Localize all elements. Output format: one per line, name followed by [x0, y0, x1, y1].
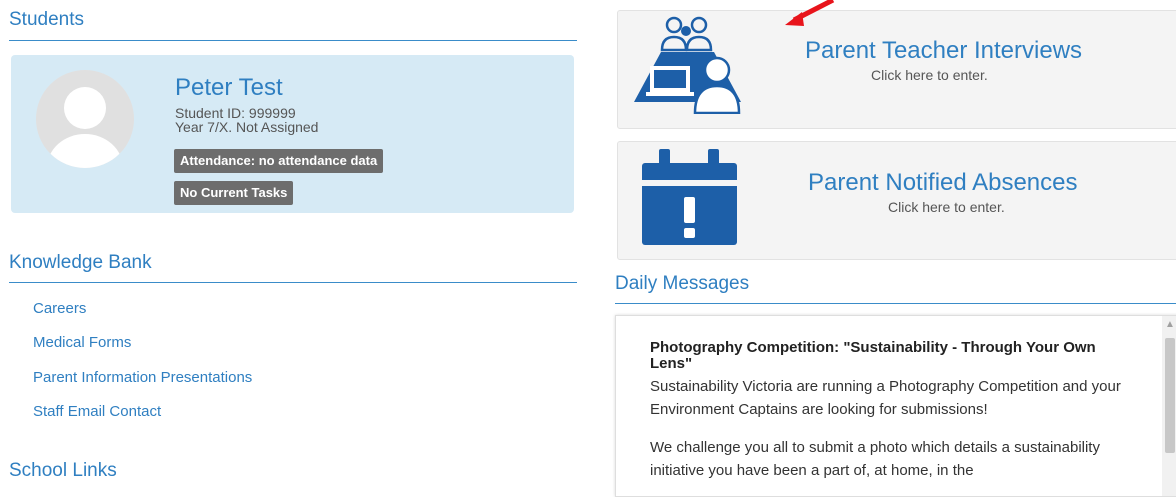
parent-notified-absences-tile[interactable]: Parent Notified Absences Click here to e… [617, 141, 1176, 260]
absences-title[interactable]: Parent Notified Absences [808, 169, 1078, 197]
knowledge-bank-divider [9, 282, 577, 283]
avatar [36, 70, 134, 168]
interviews-subtitle: Click here to enter. [871, 67, 988, 83]
school-links-heading: School Links [9, 460, 117, 481]
user-avatar-icon [36, 70, 134, 168]
messages-scrollbar[interactable]: ▲ [1162, 316, 1176, 496]
message-paragraph-1: Sustainability Victoria are running a Ph… [650, 378, 1121, 418]
red-arrow-icon [785, 0, 835, 26]
student-id: Student ID: 999999 [175, 105, 296, 121]
interviews-title[interactable]: Parent Teacher Interviews [805, 37, 1082, 65]
message-paragraph-2: We challenge you all to submit a photo w… [650, 439, 1100, 479]
scroll-up-icon[interactable]: ▲ [1165, 319, 1175, 330]
parent-teacher-icon [631, 16, 743, 119]
attendance-badge: Attendance: no attendance data [174, 149, 384, 173]
parent-teacher-interviews-tile[interactable]: Parent Teacher Interviews Click here to … [617, 10, 1176, 129]
daily-messages-panel[interactable]: Photography Competition: "Sustainability… [615, 315, 1176, 497]
student-card[interactable]: Peter Test Student ID: 999999 Year 7/X. … [11, 55, 574, 213]
calendar-alert-icon [642, 149, 737, 250]
link-careers[interactable]: Careers [33, 300, 86, 317]
link-medical-forms[interactable]: Medical Forms [33, 334, 131, 351]
student-name[interactable]: Peter Test [175, 74, 283, 102]
students-heading: Students [9, 9, 84, 30]
absences-subtitle: Click here to enter. [888, 199, 1005, 215]
student-year: Year 7/X. Not Assigned [175, 119, 319, 135]
message-title: Photography Competition: "Sustainability… [650, 339, 1096, 372]
tasks-badge: No Current Tasks [174, 181, 294, 205]
link-parent-info-presentations[interactable]: Parent Information Presentations [33, 369, 252, 386]
daily-messages-heading: Daily Messages [615, 273, 750, 294]
daily-messages-divider [615, 303, 1176, 304]
link-staff-email-contact[interactable]: Staff Email Contact [33, 403, 161, 420]
knowledge-bank-heading: Knowledge Bank [9, 252, 152, 273]
students-divider [9, 40, 577, 41]
scroll-thumb[interactable] [1165, 338, 1175, 453]
